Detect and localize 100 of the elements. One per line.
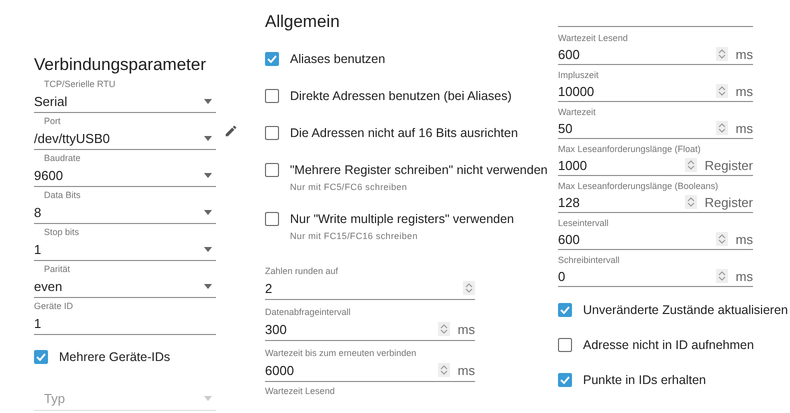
- field-label: Wartezeit Lesend: [558, 32, 628, 44]
- checkbox-label: Unveränderte Zustände aktualisieren: [583, 302, 788, 318]
- field-label: Stop bits: [43, 226, 80, 238]
- spinner-icon[interactable]: [716, 269, 728, 283]
- field-label: Zahlen runden auf: [265, 265, 338, 277]
- number-field[interactable]: Leseintervall 600 ms: [558, 214, 753, 250]
- section-title: Verbindungsparameter: [34, 54, 208, 76]
- checkbox-label: "Mehrere Register schreiben" nicht verwenden: [290, 162, 548, 178]
- field-label: Max Leseanforderungslänge (Float): [558, 143, 701, 155]
- spinner-icon[interactable]: [716, 232, 728, 246]
- helper-text: Nur mit FC5/FC6 schreiben: [290, 182, 408, 192]
- field-label: Port: [43, 115, 61, 127]
- field-value: 600: [558, 232, 581, 246]
- section-title: Allgemein: [265, 11, 341, 33]
- field-label: Parität: [43, 263, 70, 275]
- field-value: even: [34, 278, 64, 294]
- field-value: 8: [34, 204, 42, 220]
- field-value: 128: [558, 194, 581, 210]
- unit-label: ms: [458, 322, 475, 336]
- checkbox-label: Mehrere Geräte-IDs: [59, 348, 170, 365]
- dropdown-caret-icon: [204, 396, 212, 400]
- field-value: 1000: [558, 158, 588, 172]
- spinner-icon[interactable]: [716, 84, 728, 98]
- select-field[interactable]: Stop bits 1: [34, 226, 216, 261]
- number-field[interactable]: Wartezeit Lesend 600 ms: [558, 29, 753, 65]
- number-field[interactable]: Impluszeit 10000 ms: [558, 66, 753, 102]
- spinner-icon[interactable]: [684, 195, 697, 209]
- unit-label: ms: [736, 120, 753, 136]
- spinner-icon[interactable]: [438, 363, 450, 377]
- field-label: Wartezeit Lesend: [265, 385, 335, 397]
- field-label: Max Leseanforderungslänge (Booleans): [558, 180, 718, 192]
- checkbox[interactable]: [265, 126, 279, 140]
- field-value: 0: [558, 268, 566, 284]
- unit-label: ms: [736, 84, 753, 98]
- select-field[interactable]: Port /dev/ttyUSB0: [34, 115, 216, 150]
- select-field[interactable]: TCP/Serielle RTU Serial: [34, 78, 216, 113]
- spinner-icon[interactable]: [684, 158, 697, 172]
- checkbox-label: Direkte Adressen benutzen (bei Aliases): [290, 88, 512, 104]
- spinner-icon[interactable]: [716, 47, 728, 61]
- checkbox[interactable]: [265, 163, 279, 177]
- field-value: 2: [265, 280, 274, 296]
- checkbox-label: Die Adressen nicht auf 16 Bits ausrichten: [290, 125, 518, 141]
- unit-label: ms: [736, 268, 753, 284]
- text-field[interactable]: Geräte ID 1: [34, 300, 216, 335]
- number-field[interactable]: Wartezeit 50 ms: [558, 103, 753, 139]
- checkbox-label: Nur "Write multiple registers" verwenden: [290, 211, 514, 227]
- field-value: /dev/ttyUSB0: [34, 130, 111, 146]
- field-value: 50: [558, 120, 574, 136]
- dropdown-caret-icon: [204, 246, 212, 252]
- field-value: 300: [265, 322, 288, 336]
- dropdown-caret-icon: [204, 98, 212, 104]
- select-field[interactable]: Parität even: [34, 263, 216, 298]
- field-value: 1: [34, 316, 42, 330]
- checkbox[interactable]: [265, 52, 279, 66]
- spinner-icon[interactable]: [716, 121, 728, 135]
- select-field[interactable]: Baudrate 9600: [34, 152, 216, 187]
- field-value: Serial: [34, 94, 68, 108]
- checkbox[interactable]: [265, 212, 279, 226]
- checkbox-label: Aliases benutzen: [290, 51, 386, 67]
- number-field[interactable]: Max Leseanforderungslänge (Booleans) 128 Register: [558, 177, 753, 213]
- dropdown-caret-icon: [204, 284, 212, 288]
- field-label: Geräte ID: [34, 300, 74, 312]
- field-label: Baudrate: [43, 152, 81, 164]
- dropdown-caret-icon: [204, 172, 212, 178]
- field-label: TCP/Serielle RTU: [43, 78, 116, 90]
- field-value: 10000: [558, 84, 596, 98]
- number-field[interactable]: Datenabfrageintervall 300 ms: [265, 303, 475, 341]
- field-label: Typ: [43, 390, 66, 406]
- checkbox[interactable]: [558, 303, 572, 317]
- field-label: Wartezeit: [558, 106, 596, 118]
- checkbox[interactable]: [558, 338, 572, 352]
- number-field[interactable]: Wartezeit bis zum erneuten verbinden 6000 ms: [265, 344, 475, 382]
- field-value: 1: [34, 242, 42, 256]
- field-value: 600: [558, 46, 581, 62]
- number-field[interactable]: Zahlen runden auf 2: [265, 262, 475, 300]
- unit-label: Register: [704, 158, 753, 172]
- field-label: Datenabfrageintervall: [265, 306, 351, 318]
- field-label: Wartezeit bis zum erneuten verbinden: [265, 347, 416, 359]
- checkbox[interactable]: [265, 89, 279, 103]
- spinner-icon[interactable]: [438, 322, 450, 336]
- select-field[interactable]: Data Bits 8: [34, 189, 216, 224]
- checkbox-label: Adresse nicht in ID aufnehmen: [583, 337, 754, 353]
- field-value: 9600: [34, 168, 64, 182]
- field-label: Schreibintervall: [558, 254, 620, 266]
- number-field[interactable]: Schreibintervall 0 ms: [558, 251, 753, 287]
- unit-label: ms: [458, 362, 475, 378]
- field-label: Impluszeit: [558, 69, 599, 81]
- checkbox[interactable]: [558, 373, 572, 387]
- spinner-icon[interactable]: [463, 281, 475, 295]
- dropdown-caret-icon: [204, 210, 212, 214]
- helper-text: Nur mit FC15/FC16 schreiben: [290, 231, 418, 241]
- unit-label: Register: [704, 194, 753, 210]
- field-label: Data Bits: [43, 189, 81, 201]
- checkbox-label: Punkte in IDs erhalten: [583, 372, 706, 388]
- checkbox[interactable]: [34, 350, 48, 364]
- unit-label: ms: [736, 46, 753, 62]
- dropdown-caret-icon: [204, 136, 212, 140]
- pencil-icon[interactable]: [224, 124, 238, 138]
- number-field[interactable]: Max Leseanforderungslänge (Float) 1000 Register: [558, 140, 753, 176]
- unit-label: ms: [736, 232, 753, 246]
